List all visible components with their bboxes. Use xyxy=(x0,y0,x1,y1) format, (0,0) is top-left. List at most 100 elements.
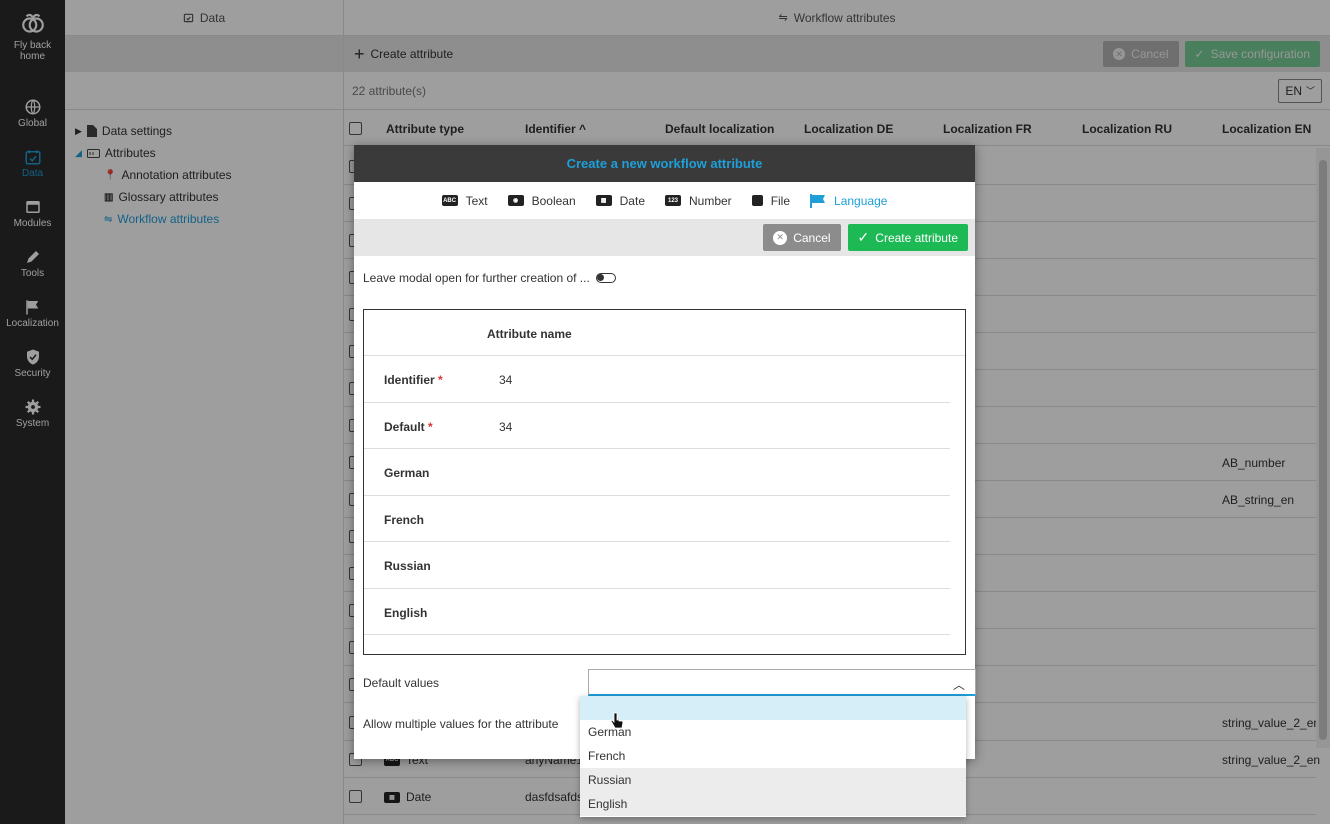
tab-file[interactable]: File xyxy=(751,194,790,208)
view-toolbar: + Create attribute ✕ Cancel ✓ Save confi… xyxy=(344,36,1330,72)
nav-localization[interactable]: Localization xyxy=(0,298,65,329)
column-identifier[interactable]: Identifier ^ xyxy=(525,122,586,136)
field-german[interactable]: German xyxy=(364,449,950,496)
tab-boolean[interactable]: ◉ Boolean xyxy=(507,194,576,208)
tree-item-annotation-attributes[interactable]: 📍 Annotation attributes xyxy=(75,164,343,186)
hand-cursor-icon xyxy=(610,712,624,729)
chevron-down-icon: ﹀ xyxy=(1305,86,1315,96)
cancel-button[interactable]: ✕ Cancel xyxy=(1103,41,1179,67)
dropdown-option-french[interactable]: French xyxy=(580,744,966,768)
field-default[interactable]: Default * 34 xyxy=(364,403,950,449)
column-localization-en[interactable]: Localization EN xyxy=(1222,122,1311,136)
window-icon xyxy=(25,201,40,213)
plus-icon: + xyxy=(354,44,365,64)
chevron-up-icon: ︿ xyxy=(952,678,965,692)
table-scrollbar[interactable] xyxy=(1316,148,1330,748)
nav-data[interactable]: Data xyxy=(0,148,65,179)
field-identifier[interactable]: Identifier * 34 xyxy=(364,356,950,403)
calendar-check-icon xyxy=(25,150,40,165)
cell-localization-en: string_value_2_en xyxy=(1222,716,1321,730)
modal-cancel-button[interactable]: ✕ Cancel xyxy=(763,224,841,251)
caret-right-icon[interactable]: ▶ xyxy=(75,126,82,137)
tree-item-glossary-attributes[interactable]: ▥ Glossary attributes xyxy=(75,186,343,208)
file-type-icon xyxy=(751,195,763,206)
default-values-select[interactable]: ︿ xyxy=(588,669,976,696)
localization-header: Attribute name xyxy=(364,310,965,356)
attribute-name-header: Attribute name xyxy=(487,327,572,341)
cancel-circle-icon: ✕ xyxy=(773,230,788,245)
nav-global[interactable]: Global xyxy=(0,98,65,129)
default-values-row: Default values ︿ xyxy=(363,669,976,697)
field-label-text: Default xyxy=(384,419,425,434)
tab-date[interactable]: ▦ Date xyxy=(595,194,645,208)
dropdown-option-empty[interactable] xyxy=(580,696,966,720)
pencil-icon xyxy=(26,251,39,263)
nav-fly-back-home[interactable]: Fly back home xyxy=(0,12,65,62)
nav-modules[interactable]: Modules xyxy=(0,198,65,229)
tree-label: Glossary attributes xyxy=(118,190,219,204)
dropdown-option-german[interactable]: German xyxy=(580,720,966,744)
select-all-checkbox[interactable] xyxy=(349,122,362,135)
tree: ▶ Data settings ◢ Attributes 📍 Annotatio… xyxy=(65,110,343,230)
save-configuration-button[interactable]: ✓ Save configuration xyxy=(1184,41,1320,67)
panel-subbar xyxy=(65,72,343,110)
create-attribute-button[interactable]: + Create attribute xyxy=(354,44,453,64)
tree-item-data-settings[interactable]: ▶ Data settings xyxy=(75,120,343,142)
default-values-label: Default values xyxy=(363,676,440,690)
dropdown-option-english[interactable]: English xyxy=(580,792,966,816)
tab-language[interactable]: Language xyxy=(810,193,887,208)
cell-localization-en: AB_number xyxy=(1222,456,1286,470)
tree-label: Attributes xyxy=(104,146,156,160)
dropdown-option-russian[interactable]: Russian xyxy=(580,768,966,792)
column-default-localization[interactable]: Default localization xyxy=(665,122,774,136)
field-russian[interactable]: Russian xyxy=(364,542,950,589)
column-localization-de[interactable]: Localization DE xyxy=(804,122,893,136)
required-marker: * xyxy=(428,419,433,434)
workflow-icon: ⇋ xyxy=(104,213,113,225)
allow-multiple-label: Allow multiple values for the attribute xyxy=(363,717,559,731)
check-icon: ✓ xyxy=(857,229,870,245)
column-localization-ru[interactable]: Localization RU xyxy=(1082,122,1172,136)
row-checkbox[interactable] xyxy=(349,790,362,803)
nav-label: Global xyxy=(18,118,47,129)
keep-open-toggle[interactable] xyxy=(595,273,616,283)
cancel-circle-icon: ✕ xyxy=(1113,48,1126,60)
nav-tools[interactable]: Tools xyxy=(0,248,65,279)
identifier-input[interactable]: 34 xyxy=(499,373,512,387)
nav-security[interactable]: Security xyxy=(0,348,65,379)
caret-down-icon[interactable]: ◢ xyxy=(75,148,82,159)
check-icon: ✓ xyxy=(1194,47,1205,61)
modal-create-attribute-button[interactable]: ✓ Create attribute xyxy=(847,224,968,251)
keep-open-label: Leave modal open for further creation of… xyxy=(363,271,590,285)
language-select[interactable]: EN ﹀ xyxy=(1278,78,1322,103)
field-french[interactable]: French xyxy=(364,496,950,542)
tree-item-workflow-attributes[interactable]: ⇋ Workflow attributes xyxy=(75,208,343,230)
field-label: Russian xyxy=(384,559,431,573)
nav-label: System xyxy=(15,418,50,429)
bee-icon xyxy=(21,13,44,33)
create-attribute-modal: Create a new workflow attribute ABC Text … xyxy=(354,145,976,759)
pin-icon: 📍 xyxy=(104,169,117,181)
column-localization-fr[interactable]: Localization FR xyxy=(943,122,1032,136)
tree-item-attributes[interactable]: ◢ Attributes xyxy=(75,142,343,164)
panel-toolbar xyxy=(65,36,343,72)
cancel-label: Cancel xyxy=(1131,47,1169,61)
field-label: English xyxy=(384,605,428,620)
scroll-thumb[interactable] xyxy=(1319,160,1327,740)
cell-localization-en: AB_string_en xyxy=(1222,493,1295,507)
field-english[interactable]: English xyxy=(364,589,950,635)
nav-label: Tools xyxy=(20,268,45,279)
field-label: Identifier * xyxy=(384,373,443,387)
tab-number[interactable]: 123 Number xyxy=(665,194,732,208)
globe-icon xyxy=(25,99,40,115)
tab-label: Text xyxy=(465,193,488,208)
date-type-icon: ▦ xyxy=(384,791,400,803)
create-label: Create attribute xyxy=(875,230,958,245)
nav-label: Security xyxy=(14,368,51,379)
nav-system[interactable]: System xyxy=(0,398,65,429)
flag-icon xyxy=(25,300,38,315)
tab-text[interactable]: ABC Text xyxy=(441,193,488,208)
flag-icon xyxy=(810,193,826,208)
default-input[interactable]: 34 xyxy=(499,420,512,434)
column-attribute-type[interactable]: Attribute type xyxy=(386,122,464,136)
